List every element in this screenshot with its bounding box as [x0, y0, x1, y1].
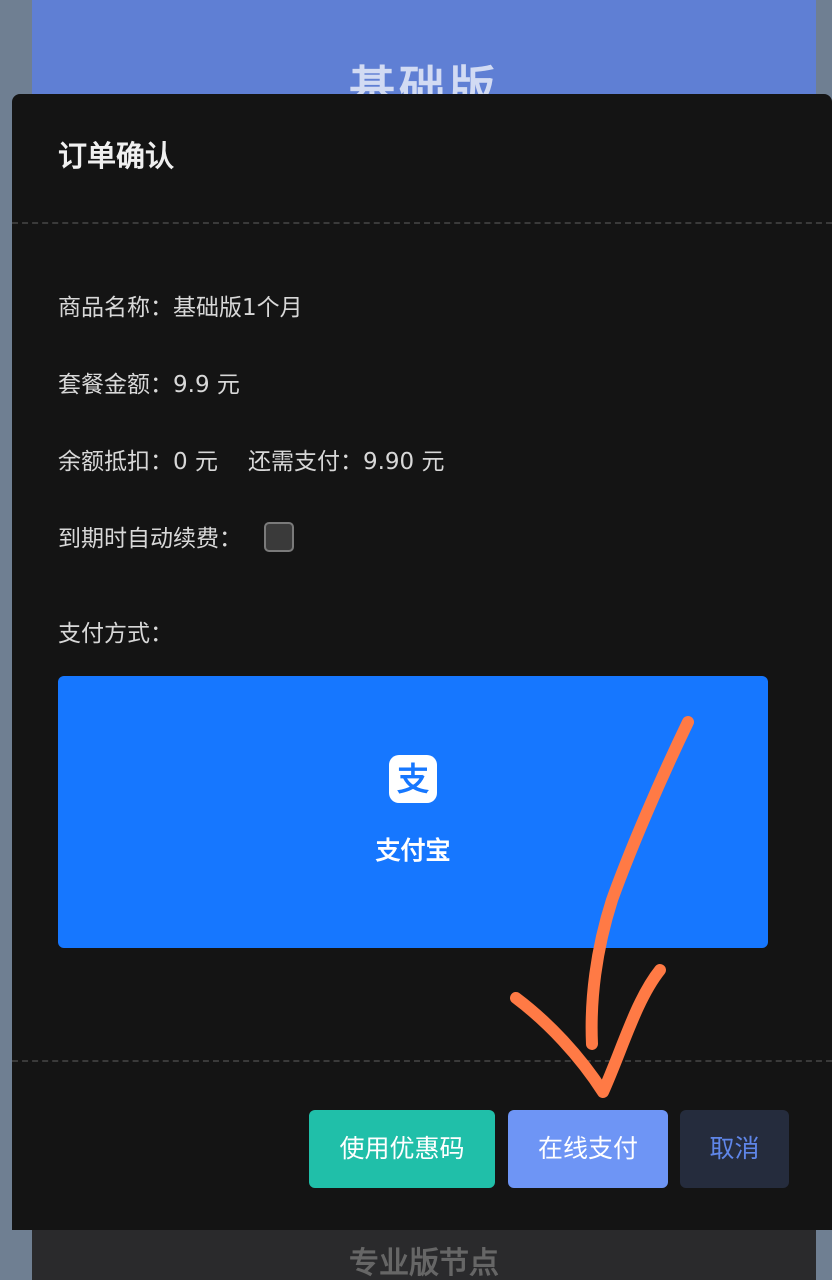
payment-method-label: 支付方式： [58, 621, 173, 647]
package-price-label: 套餐金额： [58, 372, 173, 398]
package-price-value: 9.9 元 [173, 372, 240, 398]
amount-due-value: 9.90 元 [362, 449, 445, 475]
alipay-label: 支付宝 [375, 836, 451, 865]
alipay-option[interactable]: 支 支付宝 [58, 676, 768, 948]
background-plan-title-bottom: 专业版节点 [349, 1246, 499, 1280]
footer-divider [12, 1060, 832, 1062]
package-price-row: 套餐金额：9.9 元 [58, 369, 240, 401]
auto-renew-row: 到期时自动续费： [58, 523, 242, 555]
amount-due-label: 还需支付： [247, 449, 363, 475]
page: 基础版 专业版节点 订单确认 商品名称：基础版1个月 套餐金额：9.9 元 余额… [0, 0, 832, 1280]
auto-renew-checkbox[interactable] [264, 522, 294, 552]
payment-summary-row: 余额抵扣：0 元 还需支付：9.90 元 [58, 446, 444, 478]
online-pay-button[interactable]: 在线支付 [508, 1110, 668, 1188]
alipay-icon: 支 [389, 755, 437, 803]
cancel-button[interactable]: 取消 [680, 1110, 789, 1188]
use-coupon-button[interactable]: 使用优惠码 [309, 1110, 495, 1188]
auto-renew-label: 到期时自动续费： [58, 526, 242, 552]
header-divider [12, 222, 832, 224]
alipay-logo-glyph: 支 [396, 760, 429, 798]
order-confirm-dialog: 订单确认 商品名称：基础版1个月 套餐金额：9.9 元 余额抵扣：0 元 还需支付… [12, 94, 832, 1230]
balance-deduction-value: 0 元 [173, 449, 218, 475]
product-name-label: 商品名称： [58, 295, 173, 321]
balance-deduction-label: 余额抵扣： [58, 449, 173, 475]
product-name-value: 基础版1个月 [173, 295, 303, 321]
dialog-title: 订单确认 [58, 139, 175, 173]
product-name-row: 商品名称：基础版1个月 [58, 292, 303, 324]
